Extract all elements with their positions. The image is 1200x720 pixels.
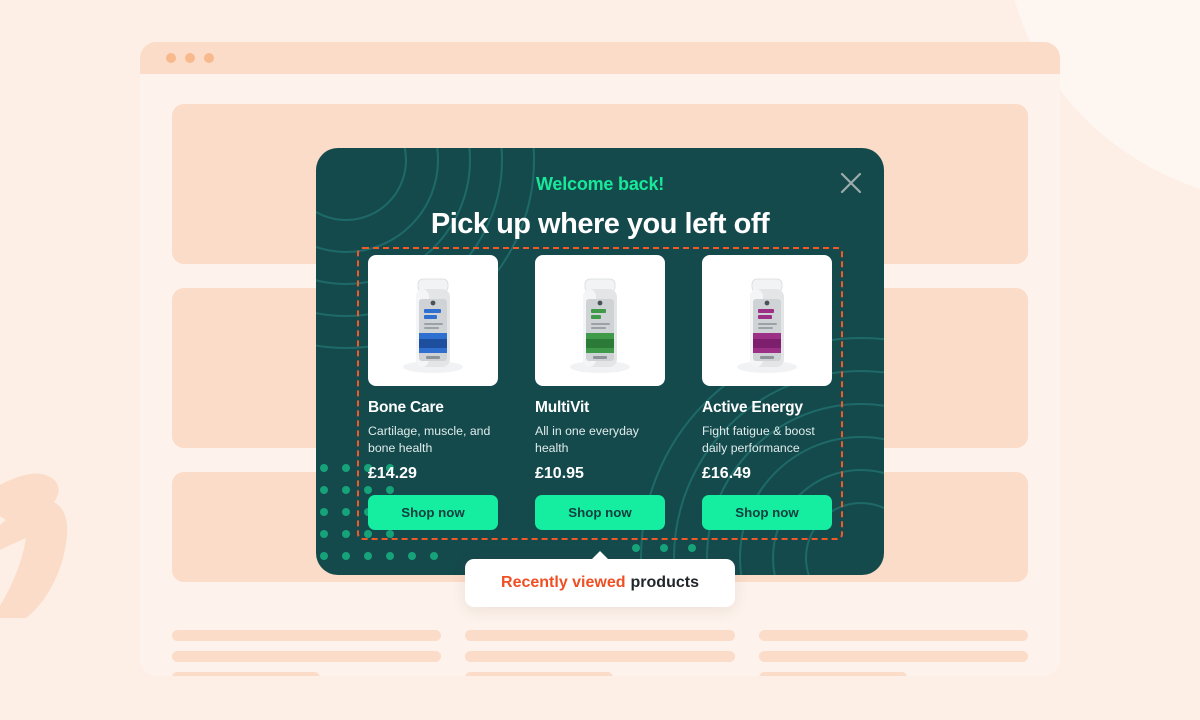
traffic-light-minimize-icon[interactable]: [185, 53, 195, 63]
skeleton-line: [172, 630, 442, 641]
skeleton-line: [465, 651, 735, 662]
product-description: All in one everyday health: [535, 424, 639, 456]
product-name: MultiVit: [535, 399, 590, 416]
product-card[interactable]: Bone Care Cartilage, muscle, and bone he…: [368, 255, 498, 530]
product-description: Fight fatigue & boost daily performance: [702, 424, 815, 456]
skeleton-column: [172, 630, 442, 676]
shop-now-button[interactable]: Shop now: [368, 495, 498, 530]
traffic-light-close-icon[interactable]: [166, 53, 176, 63]
close-icon[interactable]: [836, 168, 866, 198]
product-card[interactable]: Active Energy Fight fatigue & boost dail…: [702, 255, 832, 530]
modal-headline: Pick up where you left off: [430, 208, 770, 240]
skeleton-line: [172, 651, 442, 662]
shop-now-button[interactable]: Shop now: [535, 495, 665, 530]
product-price: £10.95: [535, 465, 584, 482]
screenshot-stage: Welcome back! Pick up where you left off: [0, 0, 1200, 720]
skeleton-column: [758, 630, 1028, 676]
skeleton-line: [758, 651, 1028, 662]
skeleton-line: [758, 630, 1028, 641]
skeleton-column: [465, 630, 735, 676]
skeleton-line: [758, 672, 907, 676]
number-one-brush-decoration: [0, 468, 92, 618]
skeleton-line: [172, 672, 321, 676]
bone-care-bottle-image: [368, 255, 498, 386]
product-name: Bone Care: [368, 399, 444, 416]
product-card[interactable]: MultiVit All in one everyday health £10.…: [535, 255, 665, 530]
skeleton-line: [465, 672, 614, 676]
product-name: Active Energy: [702, 399, 803, 416]
tooltip-rest-text: products: [630, 574, 699, 591]
skeleton-line: [465, 630, 735, 641]
modal-header: Welcome back! Pick up where you left off: [316, 148, 884, 241]
product-price: £14.29: [368, 465, 417, 482]
modal-eyebrow-text: Welcome back!: [535, 174, 665, 194]
active-energy-bottle-image: [702, 255, 832, 386]
product-card-list: Bone Care Cartilage, muscle, and bone he…: [368, 255, 834, 530]
skeleton-text-row: [172, 630, 1028, 676]
product-description: Cartilage, muscle, and bone health: [368, 424, 491, 456]
recently-viewed-tooltip: Recently viewed products: [465, 551, 735, 607]
browser-title-bar: [140, 42, 1060, 74]
product-price: £16.49: [702, 465, 751, 482]
multivit-bottle-image: [535, 255, 665, 386]
tooltip-accent-text: Recently viewed: [501, 574, 626, 591]
shop-now-button[interactable]: Shop now: [702, 495, 832, 530]
traffic-light-maximize-icon[interactable]: [204, 53, 214, 63]
